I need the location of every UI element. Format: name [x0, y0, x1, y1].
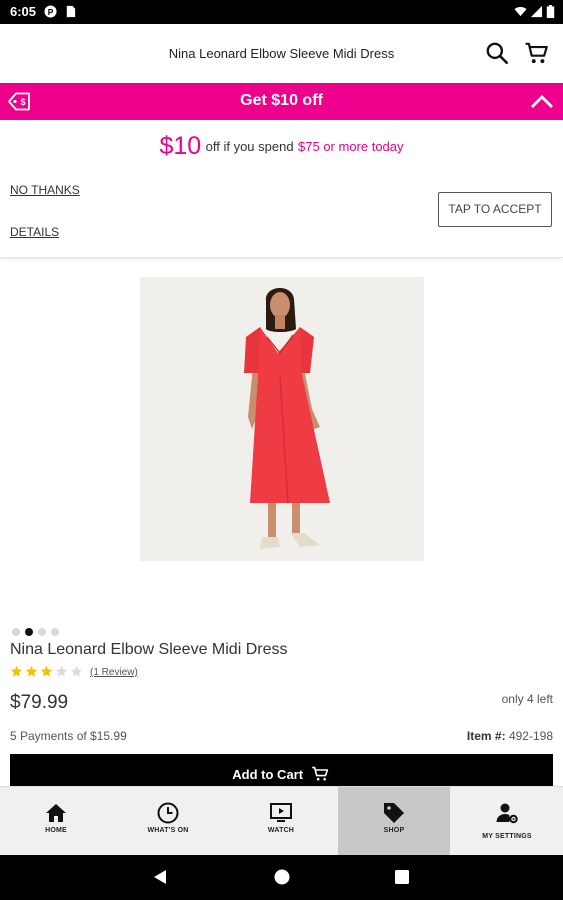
- offer-text: $10 off if you spend $75 or more today: [0, 132, 563, 161]
- star-filled-icon: [25, 665, 38, 677]
- offer-panel: $10 off if you spend $75 or more today N…: [0, 120, 563, 258]
- add-to-cart-label: Add to Cart: [232, 767, 304, 782]
- no-thanks-link[interactable]: NO THANKS: [10, 183, 80, 197]
- user-gear-icon: [496, 803, 518, 824]
- promo-title: Get $10 off: [240, 92, 323, 109]
- search-icon[interactable]: [484, 40, 510, 66]
- product-price: $79.99: [10, 692, 69, 713]
- app-notification-icon: P: [44, 5, 57, 18]
- item-number-value: 492-198: [508, 729, 553, 743]
- nav-item-my-settings[interactable]: MY SETTINGS: [451, 787, 563, 856]
- status-time: 6:05: [10, 4, 37, 19]
- status-bar: 6:05 P: [0, 0, 563, 24]
- offer-amount: $10: [159, 132, 202, 160]
- promo-banner[interactable]: $ Get $10 off: [0, 83, 563, 120]
- star-filled-icon: [10, 665, 23, 677]
- reviews-link[interactable]: (1 Review): [90, 667, 138, 678]
- nav-label-watch: WATCH: [267, 827, 295, 834]
- nav-label-my-settings: MY SETTINGS: [482, 833, 532, 840]
- app-header: Nina Leonard Elbow Sleeve Midi Dress: [0, 24, 563, 83]
- add-to-cart-content: Add to Cart: [10, 766, 553, 782]
- recents-icon[interactable]: [394, 869, 410, 885]
- carousel-dot[interactable]: [38, 628, 46, 636]
- item-number: Item #: 492-198: [467, 729, 553, 743]
- details-link[interactable]: DETAILS: [10, 225, 59, 239]
- nav-label-whats-on: WHAT'S ON: [147, 827, 189, 834]
- chevron-up-icon[interactable]: [530, 93, 554, 109]
- cart-icon[interactable]: [524, 40, 550, 66]
- svg-text:P: P: [48, 7, 54, 17]
- star-empty-icon: [70, 665, 83, 677]
- dress-photo: [140, 277, 424, 561]
- star-empty-icon: [55, 665, 68, 677]
- nav-item-watch[interactable]: WATCH: [225, 787, 337, 856]
- tag-icon: [384, 803, 404, 823]
- carousel-dot[interactable]: [12, 628, 20, 636]
- nav-item-shop[interactable]: SHOP: [338, 787, 450, 856]
- product-image[interactable]: [140, 277, 424, 561]
- product-name: Nina Leonard Elbow Sleeve Midi Dress: [10, 641, 288, 658]
- home-circle-icon[interactable]: [274, 869, 290, 885]
- stock-status: only 4 left: [501, 692, 553, 706]
- signal-icon: [530, 5, 543, 18]
- wifi-icon: [514, 6, 527, 17]
- offer-min-spend: $75 or more today: [298, 139, 404, 154]
- offer-condition: off if you spend: [205, 139, 294, 154]
- header-title: Nina Leonard Elbow Sleeve Midi Dress: [168, 46, 395, 61]
- carousel-dot-active[interactable]: [25, 628, 33, 636]
- home-icon: [46, 804, 66, 822]
- tap-to-accept-button[interactable]: TAP TO ACCEPT: [438, 192, 552, 227]
- bottom-navigation: HOME WHAT'S ON WATCH SHOP MY SETTINGS: [0, 786, 563, 856]
- sd-card-icon: [66, 5, 76, 18]
- nav-item-home[interactable]: HOME: [0, 787, 112, 856]
- nav-label-shop: SHOP: [383, 827, 405, 834]
- nav-item-whats-on[interactable]: WHAT'S ON: [112, 787, 224, 856]
- clock-icon: [157, 802, 179, 824]
- item-number-label: Item #:: [466, 729, 506, 743]
- nav-label-home: HOME: [45, 827, 67, 834]
- carousel-dot[interactable]: [51, 628, 59, 636]
- payment-plan: 5 Payments of $15.99: [10, 729, 127, 743]
- cart-icon: [311, 766, 328, 781]
- system-navigation-bar: [0, 855, 563, 900]
- battery-icon: [546, 5, 555, 18]
- tv-play-icon: [270, 803, 292, 822]
- star-filled-icon: [40, 665, 53, 677]
- back-icon[interactable]: [152, 869, 168, 885]
